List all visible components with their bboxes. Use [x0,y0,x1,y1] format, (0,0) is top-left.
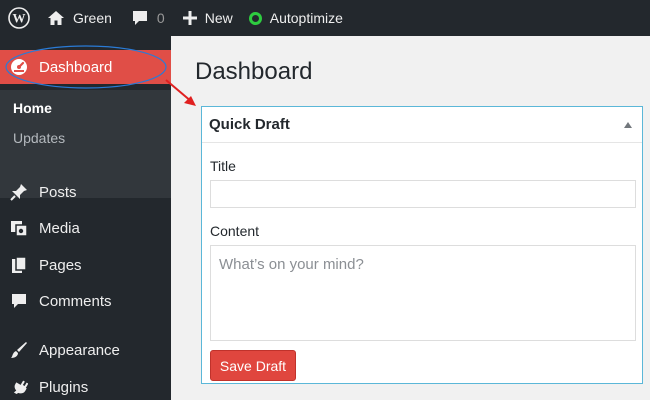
gauge-icon [9,57,29,77]
sidebar-item-media[interactable]: Media [0,211,171,245]
comment-icon [132,11,147,25]
new-label: New [204,10,233,26]
quick-draft-widget: Quick Draft Title Content Save Draft [201,106,643,384]
sidebar-item-dashboard[interactable]: Dashboard [0,50,171,84]
sidebar-item-label: Comments [39,292,112,310]
sidebar-item-label: Media [39,219,80,237]
admin-bar: W Green 0 New Autoptimize [0,0,650,36]
autoptimize-label: Autoptimize [269,10,343,26]
comment-icon [9,291,29,311]
autoptimize-link[interactable]: Autoptimize [248,0,343,36]
home-icon [48,11,64,25]
save-draft-button[interactable]: Save Draft [210,350,296,381]
comments-link[interactable]: 0 [132,0,165,36]
site-name-link[interactable]: Green [47,0,112,36]
title-input[interactable] [210,180,636,208]
svg-text:W: W [13,11,26,26]
wordpress-logo-button[interactable]: W [1,0,37,36]
pages-icon [9,255,29,275]
sidebar-item-plugins[interactable]: Plugins [0,370,171,400]
new-content-button[interactable]: New [182,0,233,36]
brush-icon [9,340,29,360]
plugin-icon [9,377,29,397]
sidebar-item-pages[interactable]: Pages [0,248,171,282]
sidebar-item-label: Appearance [39,341,120,359]
sidebar-item-label: Pages [39,256,82,274]
submenu-item-home[interactable]: Home [13,100,52,116]
title-label: Title [210,158,236,174]
quick-draft-header[interactable]: Quick Draft [202,107,642,143]
quick-draft-title: Quick Draft [209,116,290,133]
sidebar-item-label: Dashboard [39,58,113,76]
sidebar-item-label: Plugins [39,378,89,396]
comment-count: 0 [156,10,165,26]
wordpress-logo-icon: W [8,7,30,29]
sidebar-item-posts[interactable]: Posts [0,175,171,209]
plus-icon [182,11,197,25]
status-ring-icon [248,11,262,25]
content-textarea[interactable] [210,245,636,341]
content-label: Content [210,223,260,239]
collapse-arrow-icon[interactable] [622,119,634,131]
sidebar-item-comments[interactable]: Comments [0,284,171,318]
submenu-item-updates[interactable]: Updates [13,130,65,146]
admin-sidebar: Dashboard Home Updates Posts Media Pages… [0,36,171,400]
page-title: Dashboard [195,58,313,85]
pin-icon [9,182,29,202]
media-icon [9,218,29,238]
site-name: Green [73,10,112,26]
sidebar-item-label: Posts [39,183,77,201]
sidebar-item-appearance[interactable]: Appearance [0,333,171,367]
annotation-arrowhead [184,96,196,106]
